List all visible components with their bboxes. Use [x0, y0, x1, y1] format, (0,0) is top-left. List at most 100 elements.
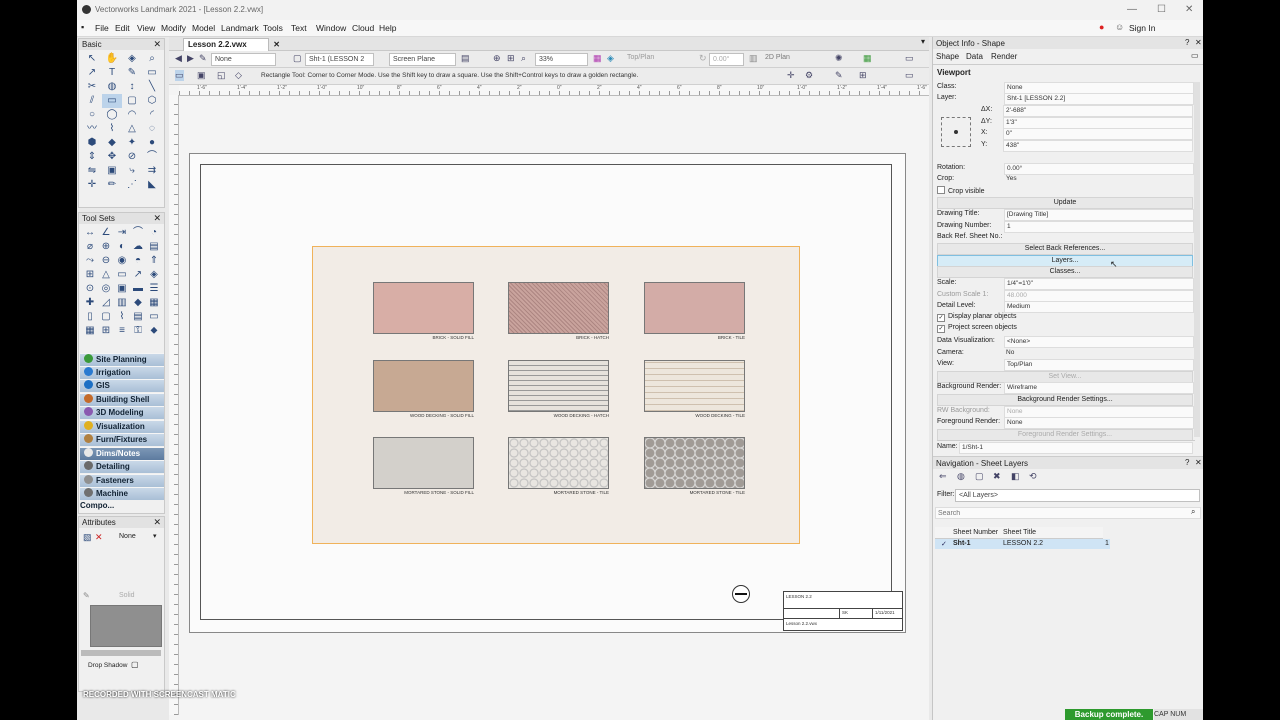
toolset-building-shell[interactable]: Building Shell — [80, 393, 164, 406]
sign-in-link[interactable]: Sign In — [1129, 23, 1155, 33]
no-fill-icon[interactable]: ✕ — [95, 532, 103, 543]
window-tag-icon[interactable]: ▢ — [98, 310, 114, 324]
trim-tool-icon[interactable]: ✂ — [82, 80, 102, 94]
spiral-tool-icon[interactable]: ◌ — [142, 122, 162, 136]
forward-arrow-icon[interactable]: ▶ — [187, 53, 194, 64]
rectangle-tool-icon[interactable]: ▭ — [102, 94, 122, 108]
sphere-tool-icon[interactable]: ● — [142, 136, 162, 150]
close-button[interactable]: ✕ — [1185, 4, 1193, 15]
rotation-icon[interactable]: ↻ — [699, 53, 707, 64]
scale-dropdown[interactable]: 1/4"=1'0" — [1004, 278, 1194, 290]
oval-tool-icon[interactable]: ◯ — [102, 108, 122, 122]
help-icon[interactable]: ? — [1185, 458, 1189, 467]
zoom-fit-icon[interactable]: ⊞ — [507, 53, 515, 64]
graphic-scale-icon[interactable]: ▬ — [130, 282, 146, 296]
project-screen-checkbox[interactable]: ✓ Project screen objects — [937, 324, 1137, 334]
reference-marker-icon[interactable]: ⊙ — [82, 282, 98, 296]
hatch-swatch[interactable] — [508, 437, 609, 489]
center-mark-icon[interactable]: ⊕ — [98, 240, 114, 254]
3d-locus-tool-icon[interactable]: ✦ — [122, 136, 142, 150]
toolset-3d-modeling[interactable]: 3D Modeling — [80, 406, 164, 419]
tab-list-chevron-icon[interactable]: ▾ — [921, 37, 925, 46]
classes-button[interactable]: Classes... — [937, 266, 1193, 278]
hatch-swatch[interactable] — [644, 282, 745, 334]
app-menu-icon[interactable]: ▪ — [81, 22, 84, 32]
zoom-out-icon[interactable]: ⌕ — [521, 53, 526, 64]
new-layer-icon[interactable]: ◍ — [957, 471, 965, 482]
drawing-label-icon[interactable]: ▭ — [114, 268, 130, 282]
arc-tool-icon[interactable]: ◠ — [122, 108, 142, 122]
elevation-marker-icon[interactable]: ◉ — [114, 254, 130, 268]
key-icon[interactable]: ⚿ — [130, 324, 146, 338]
center-mode-icon[interactable]: ▣ — [197, 70, 206, 81]
toolset-machine-components[interactable]: Machine Compo... — [80, 487, 164, 510]
drawing-title-field[interactable]: [Drawing Title] — [1004, 209, 1194, 221]
radial-dim-icon[interactable]: ◔ — [146, 226, 162, 240]
pen-style-value[interactable]: Solid — [119, 592, 135, 599]
menu-view[interactable]: View — [137, 23, 155, 33]
worksheet-icon[interactable]: ⊞ — [98, 324, 114, 338]
angular-dim-icon[interactable]: ∠ — [98, 226, 114, 240]
view-icon[interactable]: ◈ — [607, 53, 614, 64]
close-icon[interactable]: ✕ — [1195, 458, 1202, 467]
fillet-tool-icon[interactable]: ⌒ — [142, 150, 162, 164]
marker-icon[interactable]: ⬥ — [146, 324, 162, 338]
duplicate-layer-icon[interactable]: ◧ — [1011, 471, 1020, 482]
space-label-icon[interactable]: ▦ — [146, 296, 162, 310]
snap-grid-icon[interactable]: ⊞ — [859, 70, 867, 81]
close-icon[interactable]: ✕ — [153, 517, 161, 528]
hatch-icon[interactable]: ▥ — [114, 296, 130, 310]
polyline-tool-icon[interactable]: ⌇ — [102, 122, 122, 136]
view-value[interactable]: Top/Plan — [627, 54, 654, 61]
quarter-arc-tool-icon[interactable]: ◜ — [142, 108, 162, 122]
toolset-irrigation[interactable]: Irrigation — [80, 366, 164, 379]
mirror-tool-icon[interactable]: ⇋ — [82, 164, 102, 178]
connect-tool-icon[interactable]: ⤷ — [122, 164, 142, 178]
dimension-tool-icon[interactable]: ↕ — [122, 80, 142, 94]
symbol-insertion-tool-icon[interactable]: ◆ — [102, 136, 122, 150]
drawing-canvas[interactable]: BRICK - SOLID FILL BRICK - HATCH BRICK - T… — [179, 96, 929, 716]
x-field[interactable]: 0" — [1003, 128, 1193, 140]
search-input[interactable] — [935, 507, 1201, 519]
toolset-detailing[interactable]: Detailing — [80, 460, 164, 473]
symbol-icon[interactable]: ◆ — [130, 296, 146, 310]
menu-window[interactable]: Window — [316, 23, 346, 33]
layer-dropdown[interactable]: Sht-1 [LESSON 2.2] — [1004, 93, 1194, 105]
menu-model[interactable]: Model — [192, 23, 215, 33]
stair-arrow-icon[interactable]: ↗ — [130, 268, 146, 282]
toolset-visualization[interactable]: Visualization — [80, 420, 164, 433]
clip-cube-icon[interactable]: ▣ — [114, 282, 130, 296]
column-sheet-number[interactable]: Sheet Number — [953, 529, 998, 536]
edit-layer-icon[interactable]: ▢ — [975, 471, 984, 482]
light-settings-icon[interactable]: ✺ — [835, 53, 843, 64]
back-arrow-icon[interactable]: ◀ — [175, 53, 182, 64]
menu-help[interactable]: Help — [379, 23, 396, 33]
title-block-icon[interactable]: ▤ — [130, 310, 146, 324]
column-sheet-title[interactable]: Sheet Title — [1003, 529, 1036, 536]
hatch-swatch[interactable] — [373, 437, 474, 489]
offset-tool-icon[interactable]: ⇉ — [142, 164, 162, 178]
cloud-icon[interactable]: ☁ — [130, 240, 146, 254]
layer-icon[interactable]: ▢ — [293, 53, 302, 64]
hatch-swatch[interactable] — [644, 437, 745, 489]
crop-visible-checkbox[interactable]: Crop visible — [937, 186, 1137, 196]
hatch-swatch[interactable] — [508, 282, 609, 334]
layer-options-icon[interactable]: ▤ — [461, 53, 470, 64]
foreground-render-dropdown[interactable]: None — [1004, 417, 1194, 429]
view-dropdown[interactable]: Top/Plan — [1004, 359, 1194, 371]
fill-style-value[interactable]: None — [119, 533, 136, 540]
split-tool-icon[interactable]: ⊘ — [122, 150, 142, 164]
detail-level-dropdown[interactable]: Medium — [1004, 301, 1194, 313]
triangle-tool-icon[interactable]: △ — [122, 122, 142, 136]
menu-landmark[interactable]: Landmark — [221, 23, 259, 33]
line-tool-icon[interactable]: ╲ — [142, 80, 162, 94]
saved-views-icon[interactable]: ▦ — [863, 53, 872, 64]
zoom-dropdown[interactable]: 33% — [535, 53, 588, 66]
menu-cloud[interactable]: Cloud — [352, 23, 374, 33]
anchor-point-selector[interactable] — [941, 117, 971, 147]
document-tab[interactable]: Lesson 2.2.vwx ✕ — [183, 38, 280, 51]
push-pull-tool-icon[interactable]: ⇕ — [82, 150, 102, 164]
hatch-swatch[interactable] — [644, 360, 745, 412]
class-icon[interactable]: ✎ — [199, 53, 207, 64]
tab-data[interactable]: Data — [966, 52, 983, 61]
